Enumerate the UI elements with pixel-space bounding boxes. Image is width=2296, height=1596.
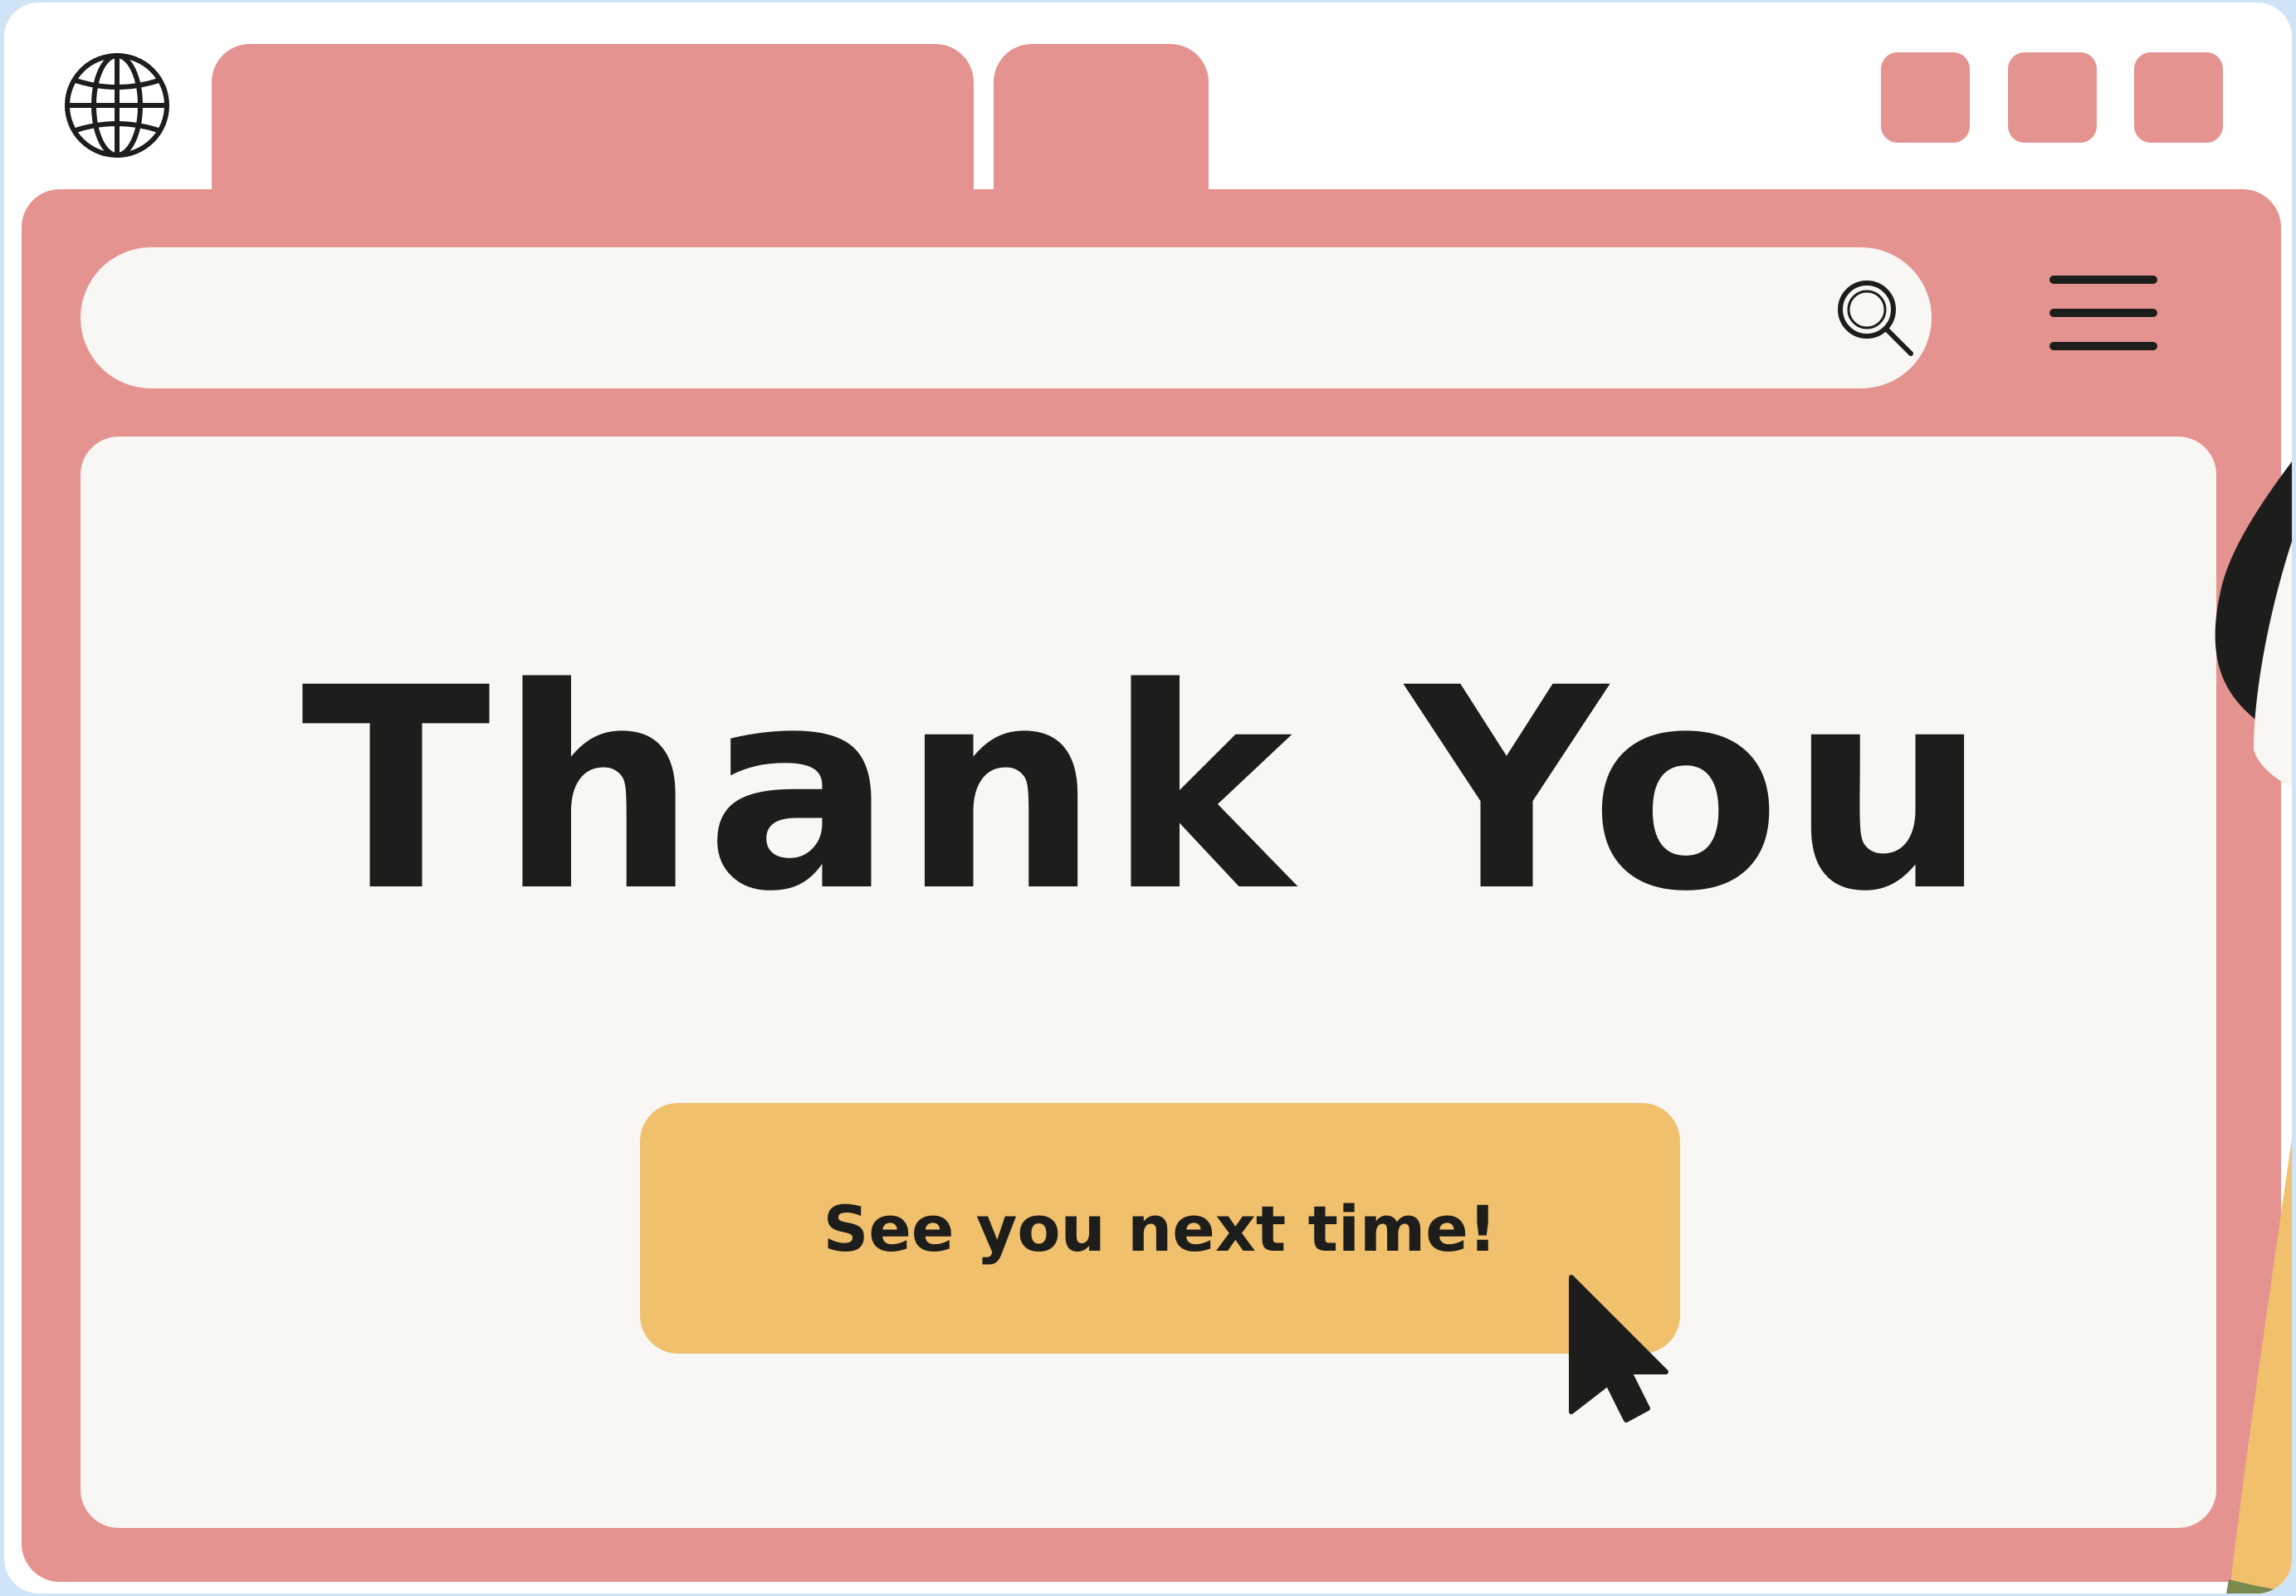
hamburger-menu-icon[interactable] — [2047, 270, 2160, 361]
minimize-button[interactable] — [1881, 52, 1970, 143]
browser-window: Thank You See you next time! — [4, 2, 2292, 1594]
mouse-pointer-icon — [1569, 1275, 1668, 1423]
maximize-button[interactable] — [2008, 52, 2097, 143]
see-you-next-time-button[interactable]: See you next time! — [640, 1103, 1680, 1354]
page-title: Thank You — [300, 629, 1996, 953]
decorative-illustration — [2215, 461, 2292, 1594]
page-content: Thank You See you next time! — [81, 437, 2216, 1528]
address-search-bar[interactable] — [81, 247, 1932, 388]
search-input[interactable] — [164, 281, 1744, 357]
tab-active[interactable] — [212, 44, 974, 202]
globe-icon — [65, 53, 169, 158]
browser-body: Thank You See you next time! — [22, 189, 2281, 1582]
search-icon[interactable] — [1834, 276, 1917, 359]
close-button[interactable] — [2134, 52, 2223, 143]
tab-new[interactable] — [994, 44, 1209, 202]
